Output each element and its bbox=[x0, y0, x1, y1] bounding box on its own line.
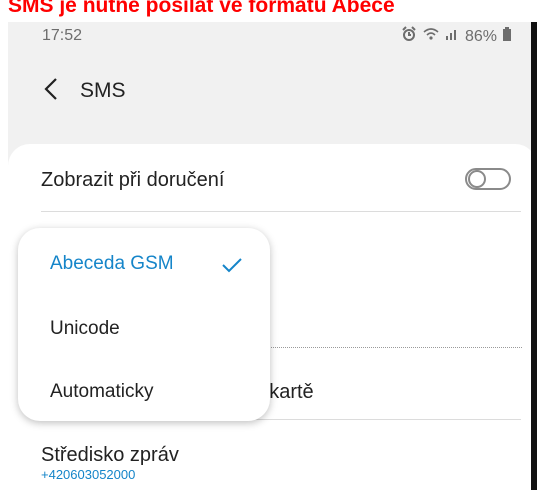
encoding-popup-menu: Abeceda GSM Unicode Automaticky bbox=[18, 228, 270, 421]
dotted-divider bbox=[264, 347, 522, 348]
alarm-icon bbox=[401, 26, 417, 47]
delivery-report-toggle[interactable] bbox=[465, 168, 511, 190]
battery-icon bbox=[503, 27, 512, 46]
battery-level: 86% bbox=[465, 27, 498, 45]
status-icons: 86% bbox=[401, 26, 512, 47]
instruction-banner-text: SMS je nutné posílat ve formátu Abece bbox=[8, 0, 395, 17]
wifi-icon bbox=[423, 27, 439, 46]
signal-icon bbox=[445, 27, 459, 46]
status-time: 17:52 bbox=[42, 27, 83, 44]
delivery-report-label[interactable]: Zobrazit při doručení bbox=[41, 169, 224, 192]
instruction-banner: SMS je nutné posílat ve formátu Abece bbox=[0, 0, 537, 22]
status-bar: 17:52 86% bbox=[8, 18, 537, 54]
phone-screen: 17:52 86% SMS Zobrazit při doručení M ka… bbox=[8, 18, 537, 490]
option-unicode[interactable]: Unicode bbox=[50, 318, 120, 340]
toggle-knob bbox=[468, 170, 486, 188]
page-title: SMS bbox=[80, 79, 126, 102]
divider bbox=[41, 211, 521, 212]
phone-edge bbox=[531, 16, 537, 490]
back-button[interactable] bbox=[38, 74, 64, 108]
checkmark-icon bbox=[221, 257, 243, 278]
option-automatic[interactable]: Automaticky bbox=[50, 381, 153, 403]
message-center-value: +420603052000 bbox=[41, 467, 136, 482]
message-center-label[interactable]: Středisko zpráv bbox=[41, 444, 179, 467]
app-bar: SMS bbox=[8, 70, 537, 114]
chevron-left-icon bbox=[44, 77, 58, 106]
option-gsm-alphabet[interactable]: Abeceda GSM bbox=[50, 253, 174, 275]
